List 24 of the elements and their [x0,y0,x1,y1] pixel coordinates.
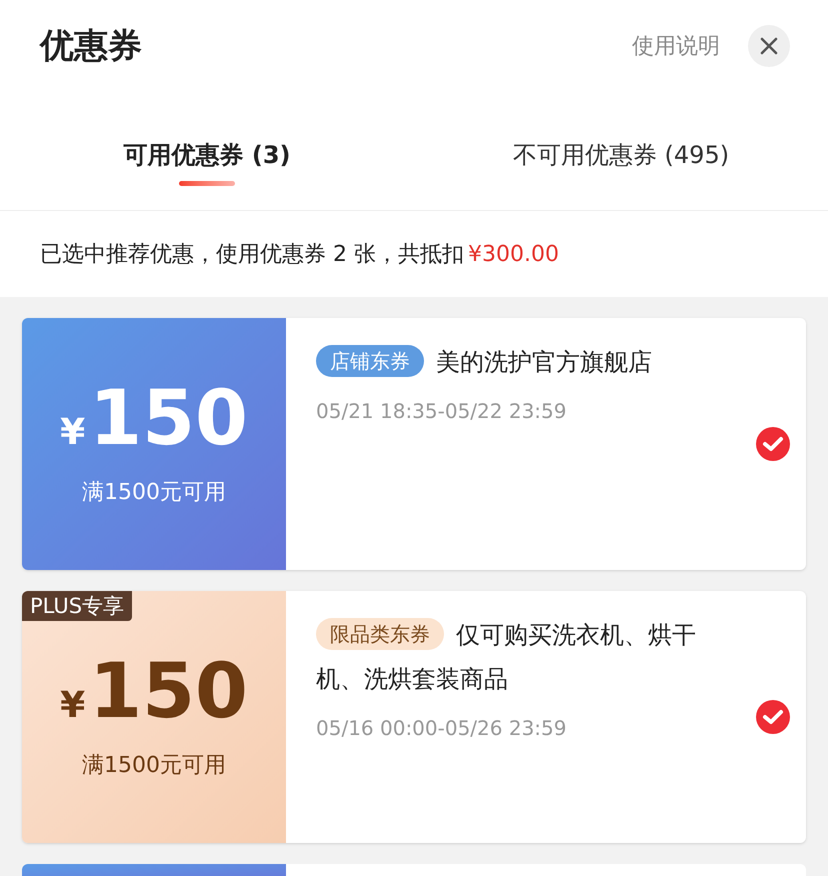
currency-symbol: ¥ [60,410,86,454]
coupon-type-tag: 限品类东券 [316,618,444,650]
coupon-condition: 满1500元可用 [82,752,226,780]
sheet-title: 优惠券 [40,24,142,68]
plus-badge: PLUS专享 [22,591,132,621]
coupon-card[interactable]: PLUS专享 ¥150 满1500元可用 限品类东券 仅可购买洗衣机、烘干机、洗烘套装商品 05/16 00:00-05/26 23:59 [22,591,806,843]
checkmark-icon[interactable] [756,427,790,461]
close-button[interactable] [748,25,790,67]
checkmark-icon[interactable] [756,700,790,734]
currency-symbol: ¥ [60,684,86,728]
discount-summary: 已选中推荐优惠，使用优惠券 2 张，共抵扣 ¥300.00 [39,240,560,268]
coupon-validity: 05/16 00:00-05/26 23:59 [316,715,568,742]
usage-help-link[interactable]: 使用说明 [632,30,720,62]
coupon-amount: 150 [89,652,248,728]
coupon-title: 限品类东券 仅可购买洗衣机、烘干机、洗烘套装商品 [316,613,756,701]
tab[interactable]: 可用优惠券 (3) [0,100,414,210]
close-icon [760,37,778,55]
coupon-condition: 满1500元可用 [82,478,226,506]
tab[interactable]: 不可用优惠券 (495) [414,100,828,210]
coupon-title: 店铺东券 美的洗护官方旗舰店 [316,340,756,384]
coupon-amount: 150 [89,380,248,456]
coupon-card[interactable]: ¥150 满1500元可用 店铺东券 美的洗护官方旗舰店 05/21 18:35-05/22 23:59 [22,318,806,570]
coupon-validity: 05/21 18:35-05/22 23:59 [316,398,568,425]
coupon-type-tag: 店铺东券 [316,345,424,377]
